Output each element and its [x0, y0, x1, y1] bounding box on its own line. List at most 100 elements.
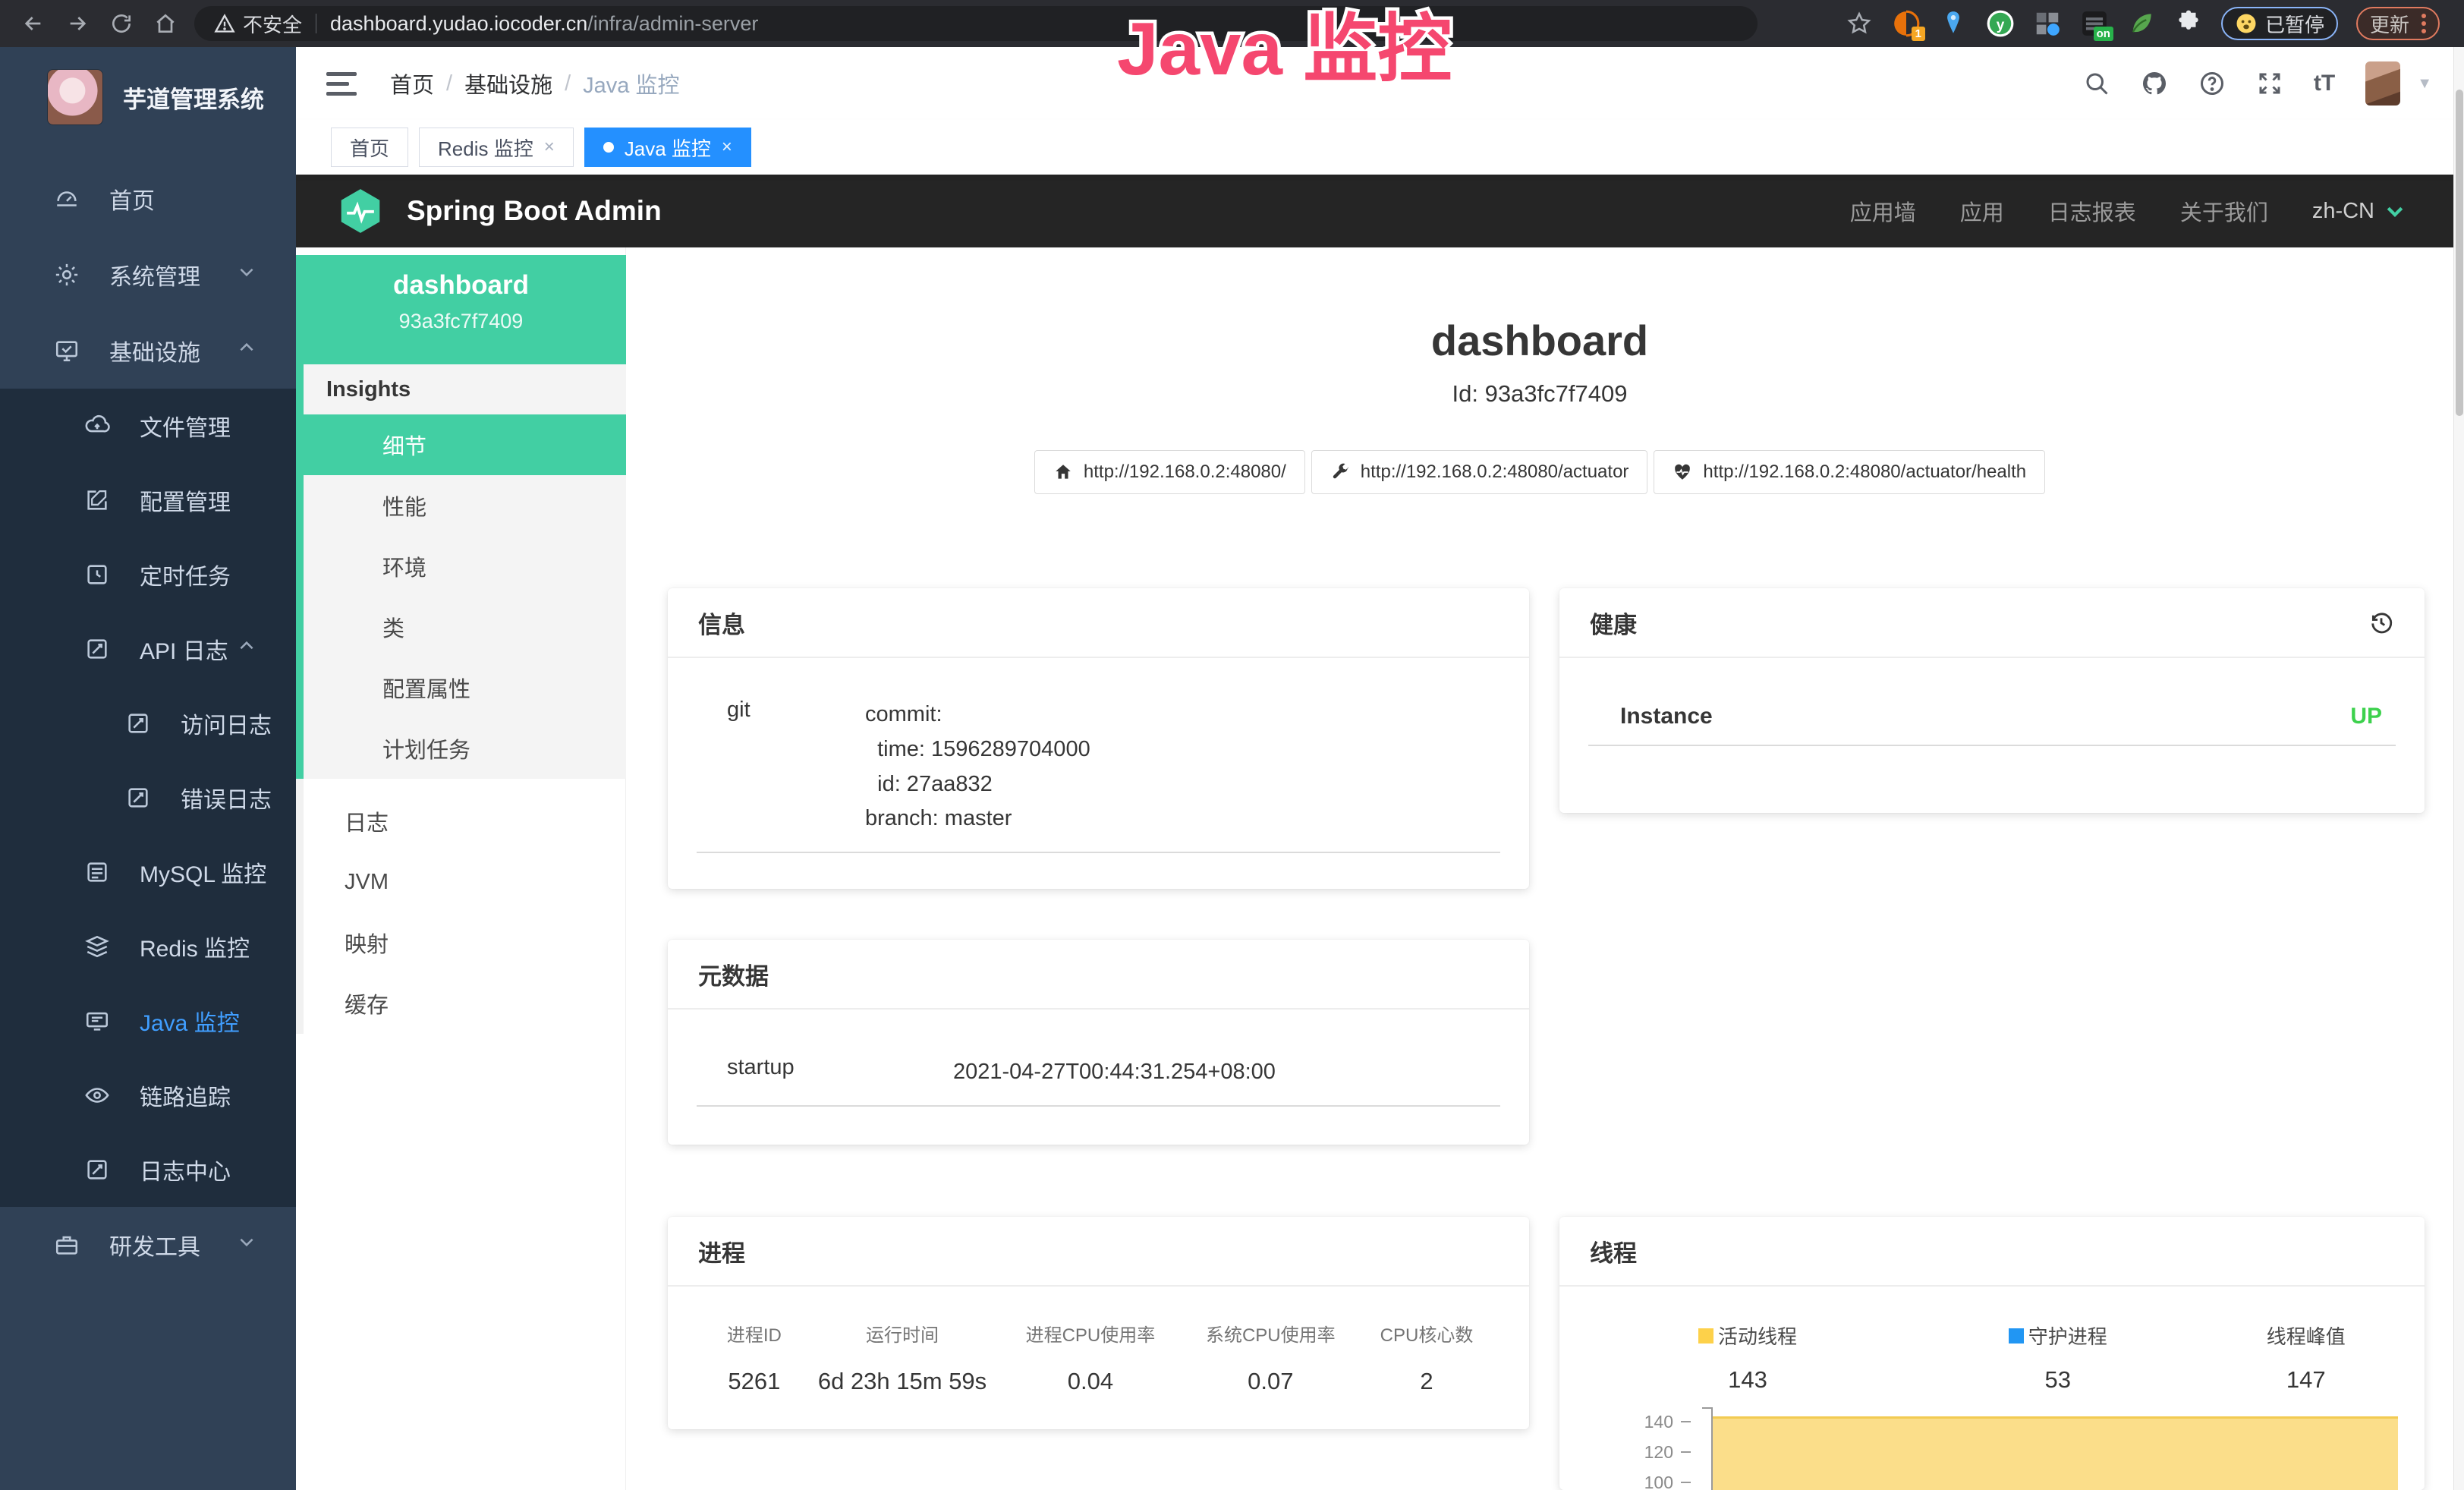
profile-paused-pill[interactable]: 已暂停 — [2221, 7, 2338, 40]
page-scrollbar[interactable] — [2453, 47, 2464, 1490]
browser-reload-icon[interactable] — [109, 11, 134, 36]
sidebar-item-jobs[interactable]: 定时任务 — [0, 537, 296, 612]
sba-item-metrics[interactable]: 性能 — [304, 475, 626, 536]
browser-home-icon[interactable] — [153, 11, 178, 36]
sidebar-item-label: 错误日志 — [181, 781, 272, 814]
extension-leaf-icon[interactable] — [2127, 9, 2156, 38]
y-axis-tick-label: 140 — [1625, 1412, 1673, 1432]
sidebar-collapse-icon[interactable] — [326, 72, 357, 96]
sba-item-classes[interactable]: 类 — [304, 597, 626, 657]
sba-item-environment[interactable]: 环境 — [304, 536, 626, 597]
font-size-icon[interactable]: tT — [2314, 71, 2335, 96]
url-domain: dashboard.yudao.iocoder.cn — [330, 12, 587, 36]
sba-language-select[interactable]: zh-CN — [2312, 199, 2406, 224]
live-threads-area — [1713, 1416, 2398, 1490]
sidebar-item-access-log[interactable]: 访问日志 — [0, 686, 296, 761]
browser-forward-icon[interactable] — [65, 11, 90, 36]
sidebar-logo-row[interactable]: 芋道管理系统 — [0, 47, 296, 147]
history-icon[interactable] — [2368, 610, 2394, 635]
process-col-header: 系统CPU使用率 — [1187, 1320, 1355, 1347]
health-url-button[interactable]: http://192.168.0.2:48080/actuator/health — [1654, 450, 2045, 494]
sidebar-item-system[interactable]: 系统管理 — [0, 237, 296, 313]
sidebar-item-home[interactable]: 首页 — [0, 161, 296, 237]
sidebar-item-infra[interactable]: 基础设施 — [0, 313, 296, 389]
sidebar-item-files[interactable]: 文件管理 — [0, 389, 296, 463]
active-tab-dot — [603, 142, 614, 153]
sidebar-item-tracing[interactable]: 链路追踪 — [0, 1058, 296, 1132]
sba-link-journal[interactable]: 日志报表 — [2048, 195, 2136, 227]
log-edit-icon — [82, 1157, 112, 1183]
breadcrumb-infra[interactable]: 基础设施 — [464, 68, 552, 99]
process-col-header: 进程CPU使用率 — [994, 1320, 1186, 1347]
sba-navbar: Spring Boot Admin 应用墙 应用 日志报表 关于我们 zh-CN — [296, 175, 2453, 247]
extension-colorzilla-icon[interactable]: 1 — [1892, 9, 1921, 38]
extensions-puzzle-icon[interactable] — [2174, 9, 2203, 38]
process-col-value: 2 — [1355, 1368, 1499, 1395]
service-url-button[interactable]: http://192.168.0.2:48080/ — [1034, 450, 1305, 494]
sidebar-item-label: 基础设施 — [109, 334, 200, 367]
sba-item-configprops[interactable]: 配置属性 — [304, 657, 626, 718]
search-icon[interactable] — [2083, 70, 2110, 97]
browser-back-icon[interactable] — [21, 11, 46, 36]
user-avatar[interactable] — [2365, 61, 2400, 106]
sba-link-about[interactable]: 关于我们 — [2180, 195, 2268, 227]
help-icon[interactable] — [2198, 70, 2226, 97]
sidebar-item-java-monitor[interactable]: Java 监控 — [0, 984, 296, 1058]
sidebar-item-mysql[interactable]: MySQL 监控 — [0, 835, 296, 909]
info-card: 信息 git commit: time: 1596289704000 id: 2… — [668, 588, 1529, 889]
sba-link-applications[interactable]: 应用 — [1960, 195, 2004, 227]
breadcrumb-home[interactable]: 首页 — [390, 68, 434, 99]
sba-application-header[interactable]: dashboard 93a3fc7f7409 — [296, 255, 626, 364]
tab-home[interactable]: 首页 — [331, 128, 408, 167]
bookmark-star-icon[interactable] — [1845, 9, 1874, 38]
info-key: git — [727, 698, 865, 836]
tab-java-monitor[interactable]: Java 监控 × — [584, 128, 751, 167]
url-path: /infra/admin-server — [587, 12, 758, 36]
sidebar-item-label: 日志中心 — [140, 1153, 231, 1186]
history-clock-icon — [82, 562, 112, 587]
sba-item-jvm[interactable]: JVM — [304, 852, 626, 912]
sidebar-item-error-log[interactable]: 错误日志 — [0, 761, 296, 835]
github-icon[interactable] — [2141, 70, 2168, 97]
sidebar-item-devtools[interactable]: 研发工具 — [0, 1207, 296, 1283]
extension-grid-icon[interactable] — [2033, 9, 2062, 38]
process-col-value: 5261 — [698, 1368, 810, 1395]
sidebar-item-redis[interactable]: Redis 监控 — [0, 909, 296, 984]
sidebar-item-config[interactable]: 配置管理 — [0, 463, 296, 537]
fullscreen-icon[interactable] — [2256, 70, 2283, 97]
extension-green-y-icon[interactable]: y — [1986, 9, 2015, 38]
instance-id: Id: 93a3fc7f7409 — [626, 380, 2453, 408]
address-bar[interactable]: 不安全 dashboard.yudao.iocoder.cn/infra/adm… — [194, 6, 1758, 41]
sba-link-wallboard[interactable]: 应用墙 — [1850, 195, 1916, 227]
process-col-header: CPU核心数 — [1355, 1320, 1499, 1347]
sidebar: 芋道管理系统 首页 系统管理 基础设施 文件管理 配置管理 — [0, 47, 296, 1490]
sba-item-scheduled-tasks[interactable]: 计划任务 — [304, 718, 626, 779]
sba-brand[interactable]: Spring Boot Admin — [335, 186, 662, 236]
extension-pin-icon[interactable] — [1939, 9, 1968, 38]
sba-item-logs[interactable]: 日志 — [304, 791, 626, 852]
sba-content: dashboard Id: 93a3fc7f7409 http://192.16… — [626, 247, 2453, 1490]
sba-item-caches[interactable]: 缓存 — [304, 973, 626, 1034]
chrome-update-button[interactable]: 更新 — [2356, 7, 2440, 40]
sidebar-item-log-center[interactable]: 日志中心 — [0, 1132, 296, 1207]
sba-item-mappings[interactable]: 映射 — [304, 912, 626, 973]
scrollbar-thumb[interactable] — [2456, 90, 2463, 416]
browser-menu-icon[interactable] — [2422, 14, 2426, 33]
sidebar-item-label: 访问日志 — [181, 707, 272, 740]
sba-item-details[interactable]: 细节 — [296, 414, 626, 475]
actuator-url-button[interactable]: http://192.168.0.2:48080/actuator — [1311, 450, 1648, 494]
wrench-icon — [1330, 462, 1350, 482]
sidebar-item-label: 首页 — [109, 182, 155, 216]
sidebar-item-api-log[interactable]: API 日志 — [0, 612, 296, 686]
update-label: 更新 — [2370, 10, 2409, 38]
avatar-caret-icon[interactable]: ▼ — [2417, 75, 2432, 93]
blue-swatch-icon — [2009, 1328, 2024, 1344]
close-icon[interactable]: × — [722, 137, 732, 158]
close-icon[interactable]: × — [544, 137, 555, 158]
extension-tampermonkey-icon[interactable]: on — [2080, 9, 2109, 38]
legend-live-value: 143 — [1582, 1366, 1913, 1394]
metadata-card: 元数据 startup 2021-04-27T00:44:31.254+08:0… — [668, 940, 1529, 1145]
tab-redis-monitor[interactable]: Redis 监控 × — [419, 128, 574, 167]
row-divider — [697, 852, 1500, 853]
sba-logo-icon — [335, 186, 385, 236]
